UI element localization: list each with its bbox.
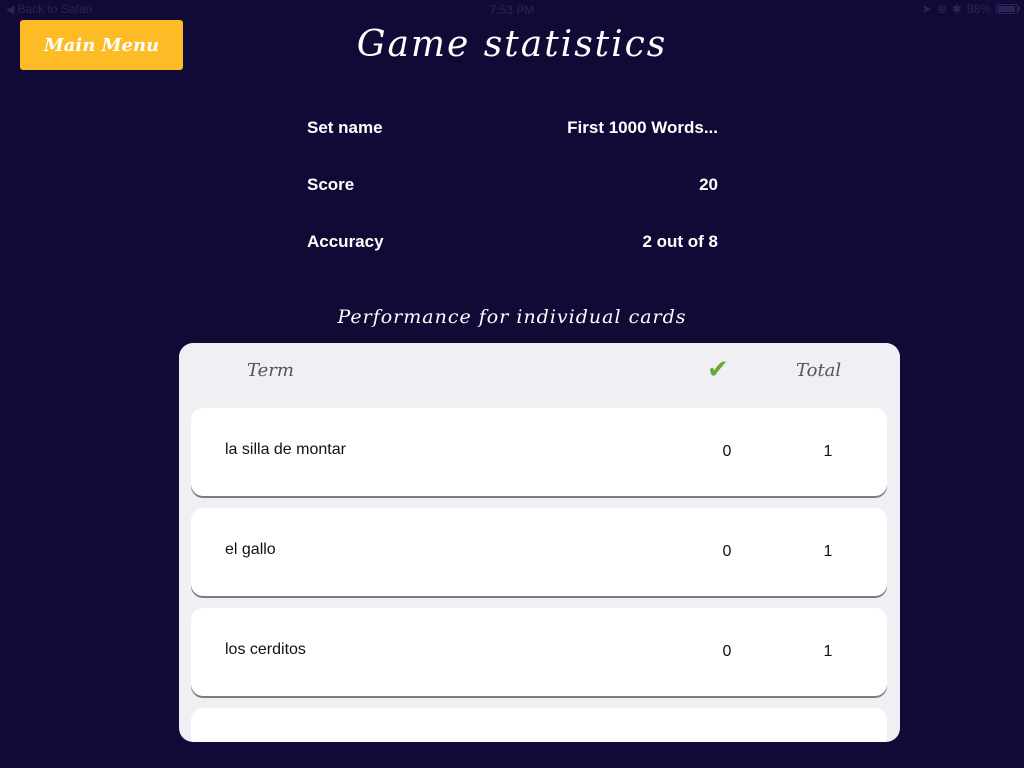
stat-label: Score — [307, 175, 355, 194]
row-total-count: 1 — [823, 643, 833, 660]
performance-heading: Performance for individual cards — [337, 306, 687, 328]
stat-row-score: Score 20 — [307, 175, 718, 232]
table-row-partial — [191, 708, 887, 742]
stat-label: Set name — [307, 118, 383, 137]
status-indicators: ➤ ⊕ ✱ 98% — [921, 2, 1020, 16]
status-time: 7:53 PM — [489, 3, 535, 17]
card-rows: la silla de montar 0 1 el gallo 0 1 los … — [191, 408, 887, 742]
performance-table[interactable]: Term ✔ Total la silla de montar 0 1 el g… — [179, 343, 900, 742]
stat-value: First 1000 Words... — [567, 118, 718, 137]
status-bar: ◀ Back to Safari 7:53 PM ➤ ⊕ ✱ 98% — [0, 0, 1024, 20]
column-header-total: Total — [796, 360, 842, 381]
row-term: el gallo — [225, 541, 276, 558]
lock-rotation-icon: ⊕ — [936, 2, 947, 16]
bluetooth-icon: ✱ — [951, 2, 962, 16]
table-row: los cerditos 0 1 — [191, 608, 887, 696]
stat-label: Accuracy — [307, 232, 384, 251]
stat-row-set-name: Set name First 1000 Words... — [307, 118, 718, 175]
page-title: Game statistics — [356, 24, 668, 65]
row-total-count: 1 — [823, 443, 833, 460]
table-row: la silla de montar 0 1 — [191, 408, 887, 496]
table-header: Term ✔ Total — [179, 343, 900, 399]
stats-summary: Set name First 1000 Words... Score 20 Ac… — [307, 118, 718, 289]
row-correct-count: 0 — [722, 443, 732, 460]
row-correct-count: 0 — [722, 643, 732, 660]
game-statistics-screen: ◀ Back to Safari 7:53 PM ➤ ⊕ ✱ 98% Main … — [0, 0, 1024, 768]
battery-percent: 98% — [966, 2, 991, 16]
battery-icon — [996, 4, 1020, 14]
stat-value: 20 — [699, 175, 718, 194]
column-header-term: Term — [247, 360, 294, 381]
row-total-count: 1 — [823, 543, 833, 560]
row-term: los cerditos — [225, 641, 306, 658]
stat-value: 2 out of 8 — [642, 232, 718, 251]
row-term: la silla de montar — [225, 441, 346, 458]
stat-row-accuracy: Accuracy 2 out of 8 — [307, 232, 718, 289]
row-correct-count: 0 — [722, 543, 732, 560]
check-icon: ✔ — [707, 355, 729, 385]
location-icon: ➤ — [921, 2, 932, 16]
table-row: el gallo 0 1 — [191, 508, 887, 596]
